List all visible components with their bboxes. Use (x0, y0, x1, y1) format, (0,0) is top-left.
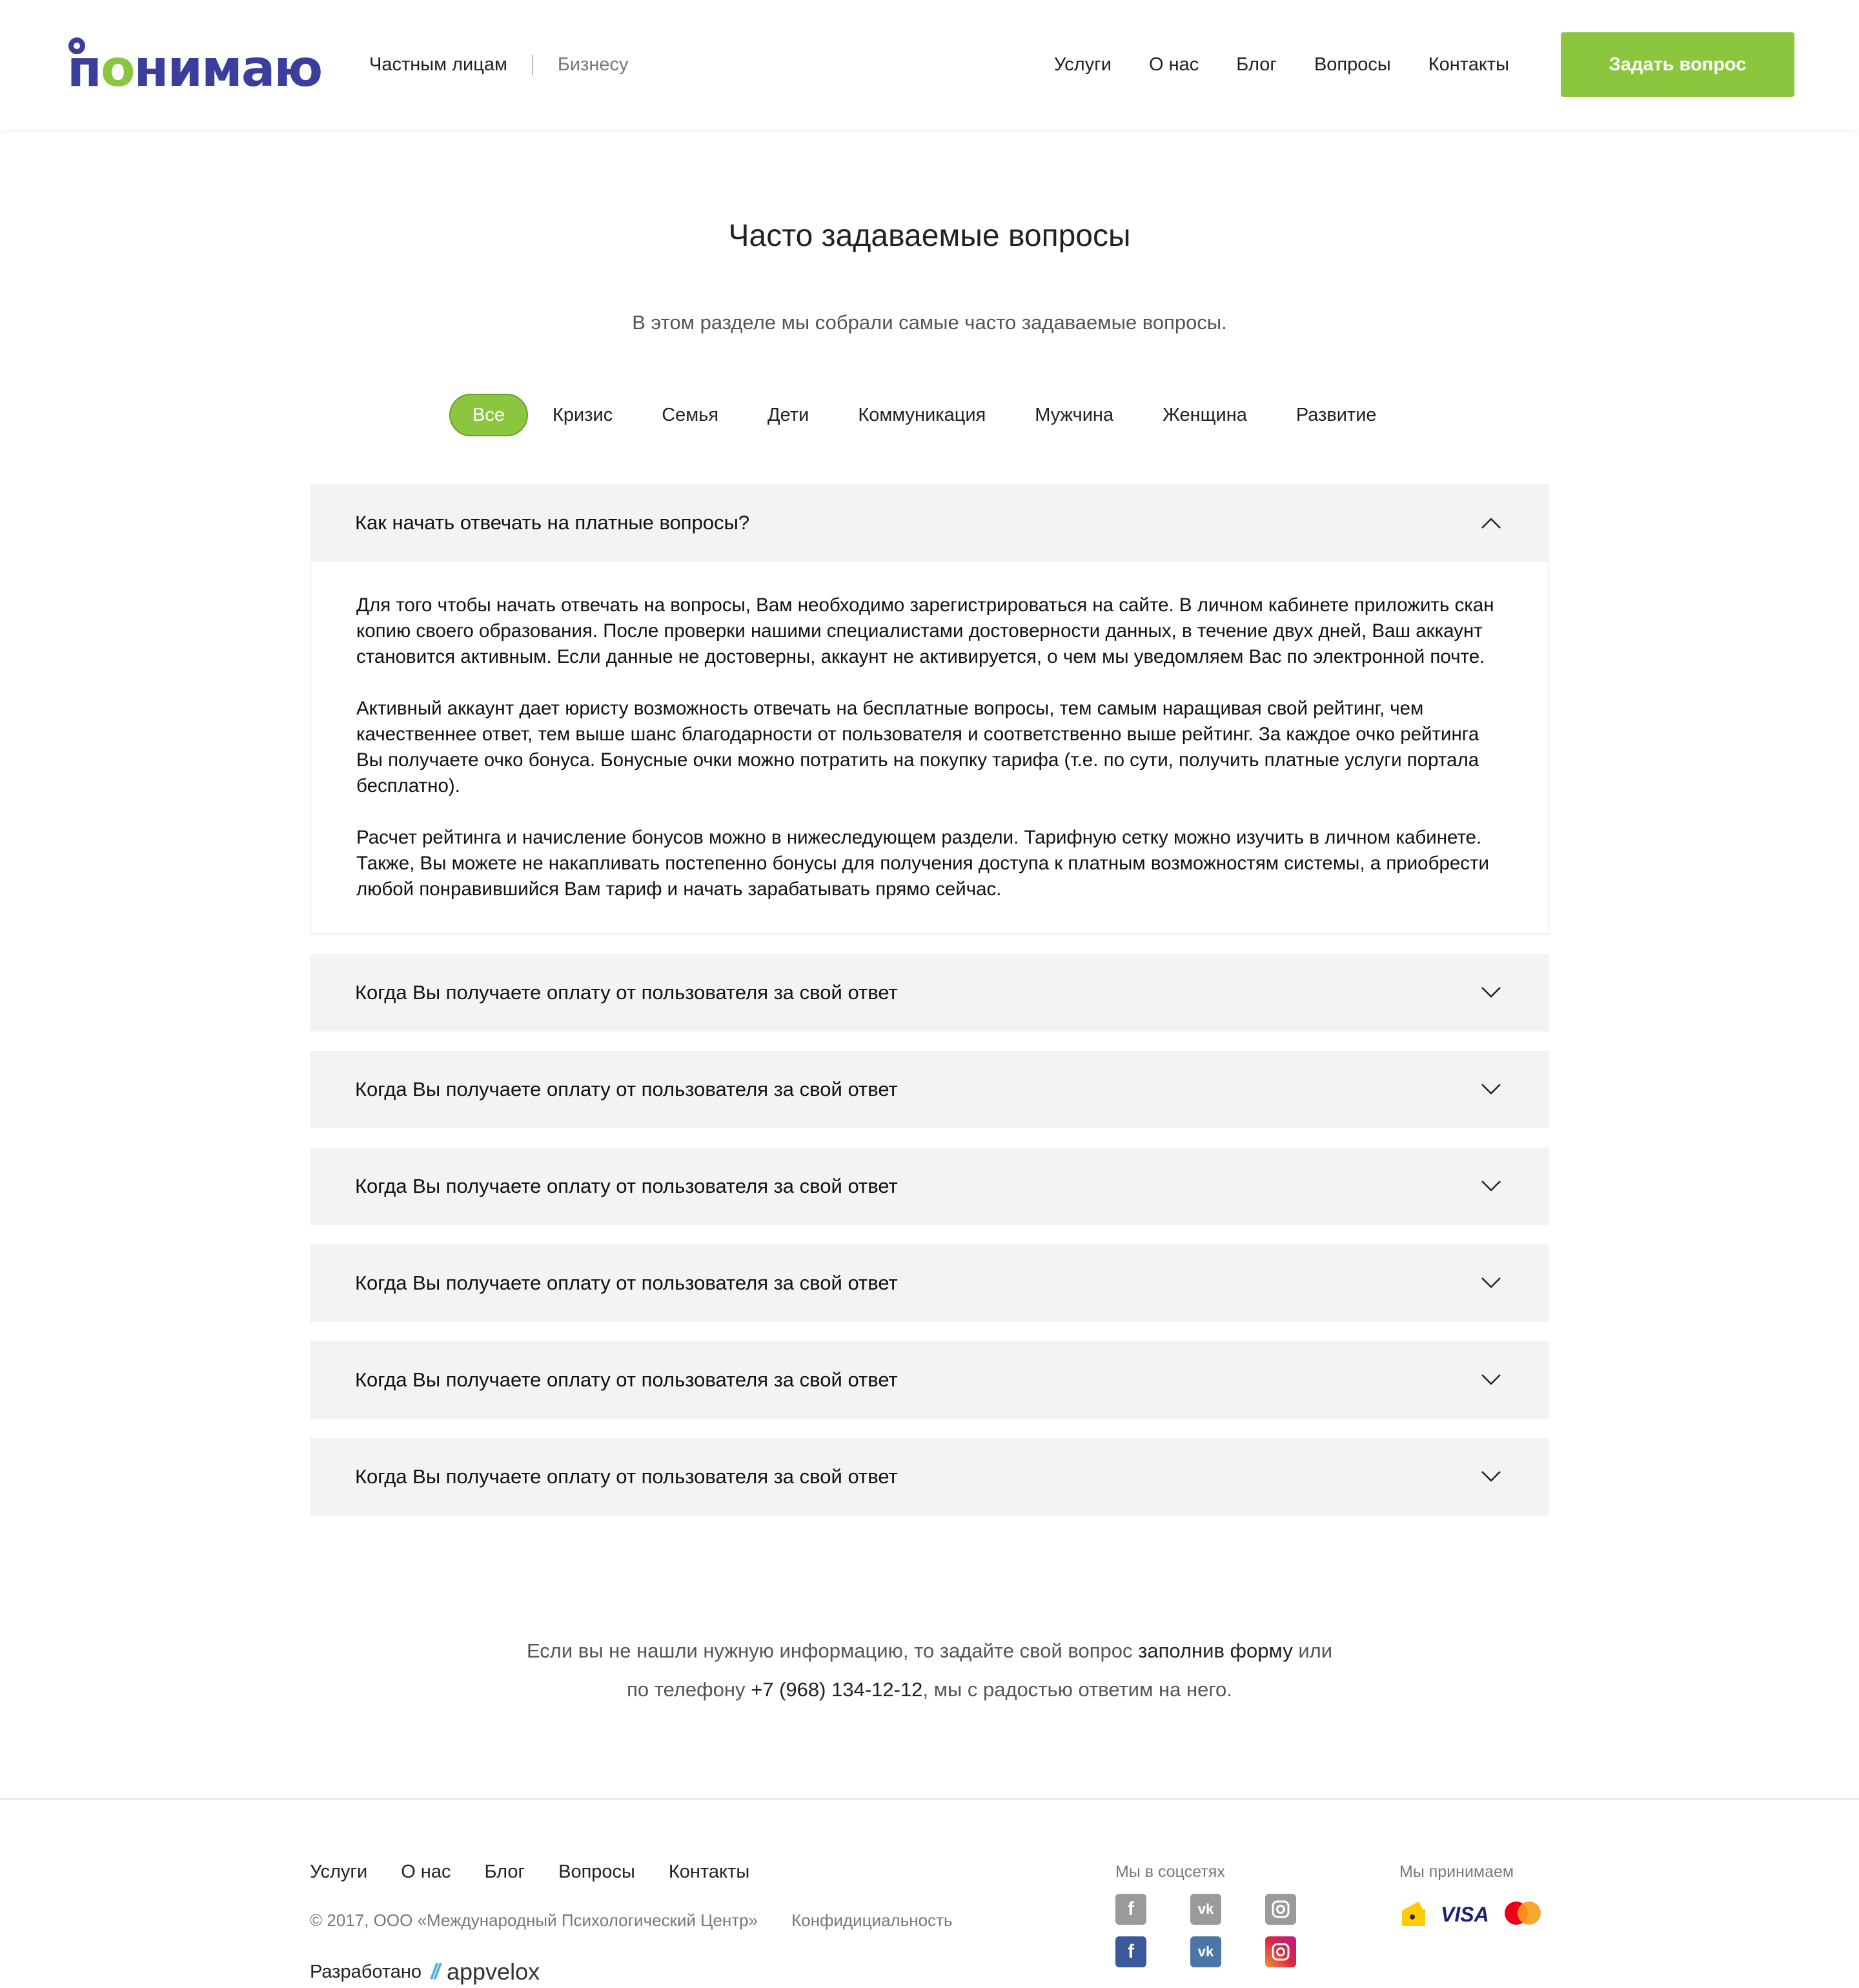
fill-form-link[interactable]: заполнив форму (1138, 1639, 1293, 1662)
faq-item: Когда Вы получаете оплату от пользовател… (310, 1244, 1549, 1322)
vk-icon[interactable]: vk (1190, 1894, 1221, 1925)
faq-question-header[interactable]: Когда Вы получаете оплату от пользовател… (310, 1148, 1549, 1225)
developed-by-label: Разработано (310, 1961, 422, 1982)
social-links: f vk f vk (1115, 1894, 1296, 1967)
faq-question-header[interactable]: Когда Вы получаете оплату от пользовател… (310, 954, 1549, 1031)
visa-icon: VISA (1441, 1903, 1489, 1926)
chevron-up-icon[interactable] (1478, 510, 1504, 536)
footer-nav-services[interactable]: Услуги (310, 1861, 367, 1883)
privacy-link[interactable]: Конфидициальность (791, 1911, 952, 1931)
main-nav: Услуги О нас Блог Вопросы Контакты (1054, 54, 1509, 76)
faq-question-header[interactable]: Когда Вы получаете оплату от пользовател… (310, 1341, 1549, 1419)
audience-private-link[interactable]: Частным лицам (369, 54, 507, 76)
logo-person-icon (68, 37, 85, 54)
audience-business-link[interactable]: Бизнесу (558, 54, 629, 76)
appvelox-link[interactable]: appvelox (447, 1958, 540, 1985)
audience-switch: Частным лицам Бизнесу (369, 54, 629, 76)
filter-development[interactable]: Развитие (1272, 394, 1401, 436)
filter-all[interactable]: Все (449, 394, 528, 436)
vk-icon[interactable]: vk (1190, 1936, 1221, 1967)
facebook-icon[interactable]: f (1115, 1936, 1146, 1967)
contact-text: , мы с радостью ответим на него. (922, 1678, 1232, 1701)
filter-woman[interactable]: Женщина (1138, 394, 1272, 436)
page-subtitle: В этом разделе мы собрали самые часто за… (632, 311, 1227, 334)
faq-item-open: Как начать отвечать на платные вопросы? … (310, 484, 1549, 935)
faq-answer-paragraph: Также, Вы можете не накапливать постепен… (356, 853, 1490, 900)
ask-question-button[interactable]: Задать вопрос (1561, 32, 1794, 97)
logo-letters-rest: нимаю (134, 40, 323, 98)
faq-question-text: Когда Вы получаете оплату от пользовател… (355, 981, 898, 1004)
footer-nav-about[interactable]: О нас (401, 1861, 451, 1883)
developer-credit: Разработано // appvelox (310, 1958, 540, 1985)
phone-link[interactable]: +7 (968) 134-12-12 (751, 1678, 922, 1701)
faq-item: Когда Вы получаете оплату от пользовател… (310, 1341, 1549, 1419)
filter-man[interactable]: Мужчина (1010, 394, 1138, 436)
chevron-down-icon[interactable] (1478, 1367, 1504, 1393)
faq-question-text: Когда Вы получаете оплату от пользовател… (355, 1272, 898, 1294)
faq-question-header[interactable]: Когда Вы получаете оплату от пользовател… (310, 1438, 1549, 1516)
chevron-down-icon[interactable] (1478, 1464, 1504, 1490)
footer-nav-questions[interactable]: Вопросы (558, 1861, 635, 1883)
site-header: понимаю Частным лицам Бизнесу Услуги О н… (0, 0, 1859, 129)
faq-answer-paragraph: Для того чтобы начать отвечать на вопрос… (356, 594, 1494, 667)
chevron-down-icon[interactable] (1478, 980, 1504, 1006)
logo-wordmark: понимаю (67, 44, 323, 94)
faq-item: Когда Вы получаете оплату от пользовател… (310, 1148, 1549, 1225)
contact-text: или (1292, 1639, 1333, 1662)
chevron-down-icon[interactable] (1478, 1077, 1504, 1102)
filter-family[interactable]: Семья (637, 394, 743, 436)
chevron-down-icon[interactable] (1478, 1173, 1504, 1199)
contact-note: Если вы не нашли нужную информацию, то з… (0, 1632, 1859, 1709)
faq-question-header[interactable]: Когда Вы получаете оплату от пользовател… (310, 1244, 1549, 1322)
appvelox-logo-icon: // (431, 1959, 440, 1984)
nav-about[interactable]: О нас (1149, 54, 1199, 76)
faq-question-text: Когда Вы получаете оплату от пользовател… (355, 1175, 898, 1197)
faq-item: Когда Вы получаете оплату от пользовател… (310, 1438, 1549, 1516)
faq-question-text: Когда Вы получаете оплату от пользовател… (355, 1465, 898, 1488)
logo[interactable]: понимаю (67, 36, 323, 94)
faq-answer-paragraph: Расчет рейтинга и начисление бонусов мож… (356, 827, 1482, 848)
faq-question-header[interactable]: Когда Вы получаете оплату от пользовател… (310, 1051, 1549, 1128)
faq-question-header[interactable]: Как начать отвечать на платные вопросы? (310, 484, 1549, 562)
contact-text: Если вы не нашли нужную информацию, то з… (526, 1639, 1139, 1662)
contact-line-2: по телефону +7 (968) 134-12-12, мы с рад… (0, 1670, 1859, 1709)
mastercard-icon (1502, 1900, 1543, 1929)
contact-line-1: Если вы не нашли нужную информацию, то з… (0, 1632, 1859, 1670)
instagram-icon[interactable] (1265, 1894, 1296, 1925)
footer-divider (0, 1798, 1859, 1800)
footer-nav-blog[interactable]: Блог (484, 1861, 525, 1883)
faq-item: Когда Вы получаете оплату от пользовател… (310, 1051, 1549, 1128)
faq-list: Как начать отвечать на платные вопросы? … (310, 484, 1549, 1535)
logo-letter-o: о (100, 40, 136, 98)
nav-blog[interactable]: Блог (1236, 54, 1277, 76)
contact-text: по телефону (627, 1678, 751, 1701)
payment-methods: VISA (1399, 1898, 1543, 1932)
footer-legal: © 2017, ООО «Международный Психологическ… (310, 1911, 953, 1931)
nav-services[interactable]: Услуги (1054, 54, 1112, 76)
social-title: Мы в соцсетях (1115, 1863, 1225, 1881)
filter-children[interactable]: Дети (743, 394, 833, 436)
audience-divider (531, 54, 533, 76)
payments-title: Мы принимаем (1399, 1863, 1514, 1881)
nav-contacts[interactable]: Контакты (1428, 54, 1509, 76)
facebook-icon[interactable]: f (1115, 1894, 1146, 1925)
yandex-money-icon (1399, 1898, 1428, 1932)
category-filters: Все Кризис Семья Дети Коммуникация Мужчи… (449, 394, 1401, 436)
faq-question-text: Когда Вы получаете оплату от пользовател… (355, 1368, 898, 1391)
faq-answer: Для того чтобы начать отвечать на вопрос… (310, 562, 1549, 935)
faq-item: Когда Вы получаете оплату от пользовател… (310, 954, 1549, 1031)
page-title: Часто задаваемые вопросы (728, 219, 1131, 253)
filter-crisis[interactable]: Кризис (528, 394, 637, 436)
chevron-down-icon[interactable] (1478, 1270, 1504, 1296)
nav-questions[interactable]: Вопросы (1314, 54, 1391, 76)
instagram-icon[interactable] (1265, 1936, 1296, 1967)
faq-question-text: Как начать отвечать на платные вопросы? (355, 511, 750, 534)
faq-question-text: Когда Вы получаете оплату от пользовател… (355, 1078, 898, 1100)
footer-nav: Услуги О нас Блог Вопросы Контакты (310, 1861, 749, 1883)
footer-nav-contacts[interactable]: Контакты (669, 1861, 749, 1883)
faq-answer-paragraph: Активный аккаунт дает юристу возможность… (356, 698, 1479, 796)
filter-communication[interactable]: Коммуникация (833, 394, 1010, 436)
copyright: © 2017, ООО «Международный Психологическ… (310, 1911, 758, 1930)
